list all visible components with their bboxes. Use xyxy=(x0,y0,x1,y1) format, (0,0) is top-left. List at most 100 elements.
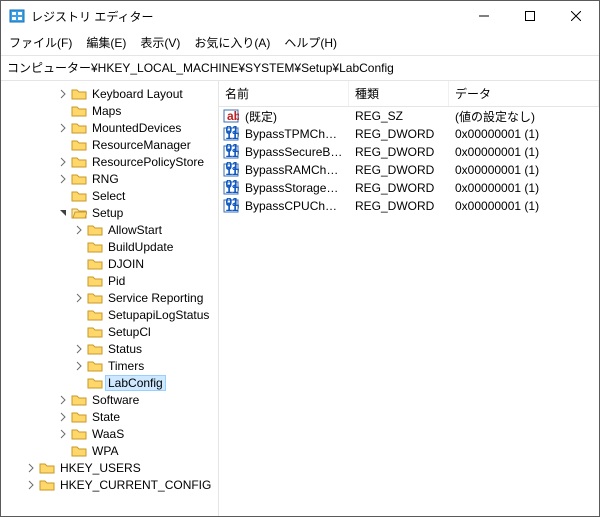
tree-item-label: Maps xyxy=(90,104,123,118)
chevron-right-icon[interactable] xyxy=(25,462,37,474)
tree-item[interactable]: BuildUpdate xyxy=(1,238,218,255)
tree-item[interactable]: Keyboard Layout xyxy=(1,85,218,102)
value-type: REG_DWORD xyxy=(349,145,449,159)
list-row[interactable]: 011110BypassCPUCheckREG_DWORD0x00000001 … xyxy=(219,197,599,215)
folder-icon xyxy=(69,155,90,169)
string-value-icon: ab xyxy=(223,108,239,124)
tree-item[interactable]: SetupCl xyxy=(1,323,218,340)
folder-icon xyxy=(69,87,90,101)
tree-item[interactable]: WPA xyxy=(1,442,218,459)
tree-item[interactable]: SetupapiLogStatus xyxy=(1,306,218,323)
tree-item-label: HKEY_USERS xyxy=(58,461,143,475)
tree-item[interactable]: Select xyxy=(1,187,218,204)
chevron-down-icon[interactable] xyxy=(57,207,69,219)
folder-icon xyxy=(69,427,90,441)
value-name: BypassCPUCheck xyxy=(239,199,349,213)
window-title: レジストリ エディター xyxy=(31,8,461,25)
chevron-right-icon[interactable] xyxy=(57,411,69,423)
list-row[interactable]: 011110BypassSecureBo...REG_DWORD0x000000… xyxy=(219,143,599,161)
chevron-right-icon[interactable] xyxy=(57,156,69,168)
menu-favorites[interactable]: お気に入り(A) xyxy=(194,34,270,51)
tree-item[interactable]: AllowStart xyxy=(1,221,218,238)
folder-icon xyxy=(85,274,106,288)
menu-view[interactable]: 表示(V) xyxy=(140,34,180,51)
list-view[interactable]: 名前 種類 データ ab(既定)REG_SZ(値の設定なし)011110Bypa… xyxy=(219,81,599,516)
chevron-right-icon[interactable] xyxy=(73,292,85,304)
tree-item-label: Timers xyxy=(106,359,146,373)
svg-text:110: 110 xyxy=(226,164,240,178)
tree-item[interactable]: Timers xyxy=(1,357,218,374)
value-data: (値の設定なし) xyxy=(449,108,599,125)
regedit-icon xyxy=(9,8,25,24)
tree-item[interactable]: ResourceManager xyxy=(1,136,218,153)
list-row[interactable]: 011110BypassStorageC...REG_DWORD0x000000… xyxy=(219,179,599,197)
chevron-right-icon[interactable] xyxy=(73,224,85,236)
title-bar: レジストリ エディター xyxy=(1,1,599,31)
binary-value-icon: 011110 xyxy=(223,198,239,214)
binary-value-icon: 011110 xyxy=(223,162,239,178)
folder-icon xyxy=(85,223,106,237)
value-type: REG_DWORD xyxy=(349,181,449,195)
tree-item[interactable]: Setup xyxy=(1,204,218,221)
tree-item-label: Setup xyxy=(90,206,125,220)
list-body: ab(既定)REG_SZ(値の設定なし)011110BypassTPMCheck… xyxy=(219,107,599,215)
folder-icon xyxy=(85,291,106,305)
tree-view[interactable]: Keyboard Layout MapsMountedDevices Resourc… xyxy=(1,81,219,516)
tree-item-label: State xyxy=(90,410,122,424)
menu-help[interactable]: ヘルプ(H) xyxy=(284,34,337,51)
tree-item[interactable]: Pid xyxy=(1,272,218,289)
tree-item-label: ResourceManager xyxy=(90,138,193,152)
chevron-right-icon[interactable] xyxy=(57,173,69,185)
folder-icon xyxy=(37,461,58,475)
tree-item[interactable]: LabConfig xyxy=(1,374,218,391)
binary-value-icon: 011110 xyxy=(223,180,239,196)
chevron-right-icon[interactable] xyxy=(57,88,69,100)
menu-file[interactable]: ファイル(F) xyxy=(9,34,72,51)
chevron-right-icon[interactable] xyxy=(73,360,85,372)
folder-icon xyxy=(69,189,90,203)
column-type[interactable]: 種類 xyxy=(349,81,449,106)
tree-item[interactable]: HKEY_CURRENT_CONFIG xyxy=(1,476,218,493)
tree-item[interactable]: RNG xyxy=(1,170,218,187)
tree-item[interactable]: DJOIN xyxy=(1,255,218,272)
chevron-right-icon[interactable] xyxy=(57,122,69,134)
folder-icon xyxy=(85,359,106,373)
tree-item[interactable]: WaaS xyxy=(1,425,218,442)
value-name: (既定) xyxy=(239,108,349,125)
column-name[interactable]: 名前 xyxy=(219,81,349,106)
tree-item-label: AllowStart xyxy=(106,223,164,237)
chevron-right-icon[interactable] xyxy=(57,394,69,406)
tree-item[interactable]: Service Reporting xyxy=(1,289,218,306)
tree-item[interactable]: Status xyxy=(1,340,218,357)
value-data: 0x00000001 (1) xyxy=(449,163,599,177)
column-data[interactable]: データ xyxy=(449,81,599,106)
address-bar[interactable]: コンピューター¥HKEY_LOCAL_MACHINE¥SYSTEM¥Setup¥… xyxy=(1,55,599,81)
value-name: BypassStorageC... xyxy=(239,181,349,195)
maximize-button[interactable] xyxy=(507,1,553,31)
value-type: REG_DWORD xyxy=(349,163,449,177)
list-row[interactable]: 011110BypassRAMCheckREG_DWORD0x00000001 … xyxy=(219,161,599,179)
chevron-right-icon[interactable] xyxy=(73,343,85,355)
tree-item-label: HKEY_CURRENT_CONFIG xyxy=(58,478,213,492)
chevron-right-icon[interactable] xyxy=(57,428,69,440)
close-button[interactable] xyxy=(553,1,599,31)
list-header: 名前 種類 データ xyxy=(219,81,599,107)
minimize-button[interactable] xyxy=(461,1,507,31)
svg-text:110: 110 xyxy=(226,200,240,214)
tree-item[interactable]: MountedDevices xyxy=(1,119,218,136)
tree-item-label: WaaS xyxy=(90,427,126,441)
list-row[interactable]: ab(既定)REG_SZ(値の設定なし) xyxy=(219,107,599,125)
folder-icon xyxy=(85,257,106,271)
tree-item[interactable]: Maps xyxy=(1,102,218,119)
value-data: 0x00000001 (1) xyxy=(449,145,599,159)
chevron-right-icon[interactable] xyxy=(25,479,37,491)
tree-item[interactable]: HKEY_USERS xyxy=(1,459,218,476)
menu-edit[interactable]: 編集(E) xyxy=(86,34,126,51)
tree-item[interactable]: Software xyxy=(1,391,218,408)
tree-item[interactable]: State xyxy=(1,408,218,425)
folder-icon xyxy=(69,172,90,186)
folder-icon xyxy=(85,376,106,390)
list-row[interactable]: 011110BypassTPMCheckREG_DWORD0x00000001 … xyxy=(219,125,599,143)
tree-item[interactable]: ResourcePolicyStore xyxy=(1,153,218,170)
tree-item-label: SetupapiLogStatus xyxy=(106,308,211,322)
